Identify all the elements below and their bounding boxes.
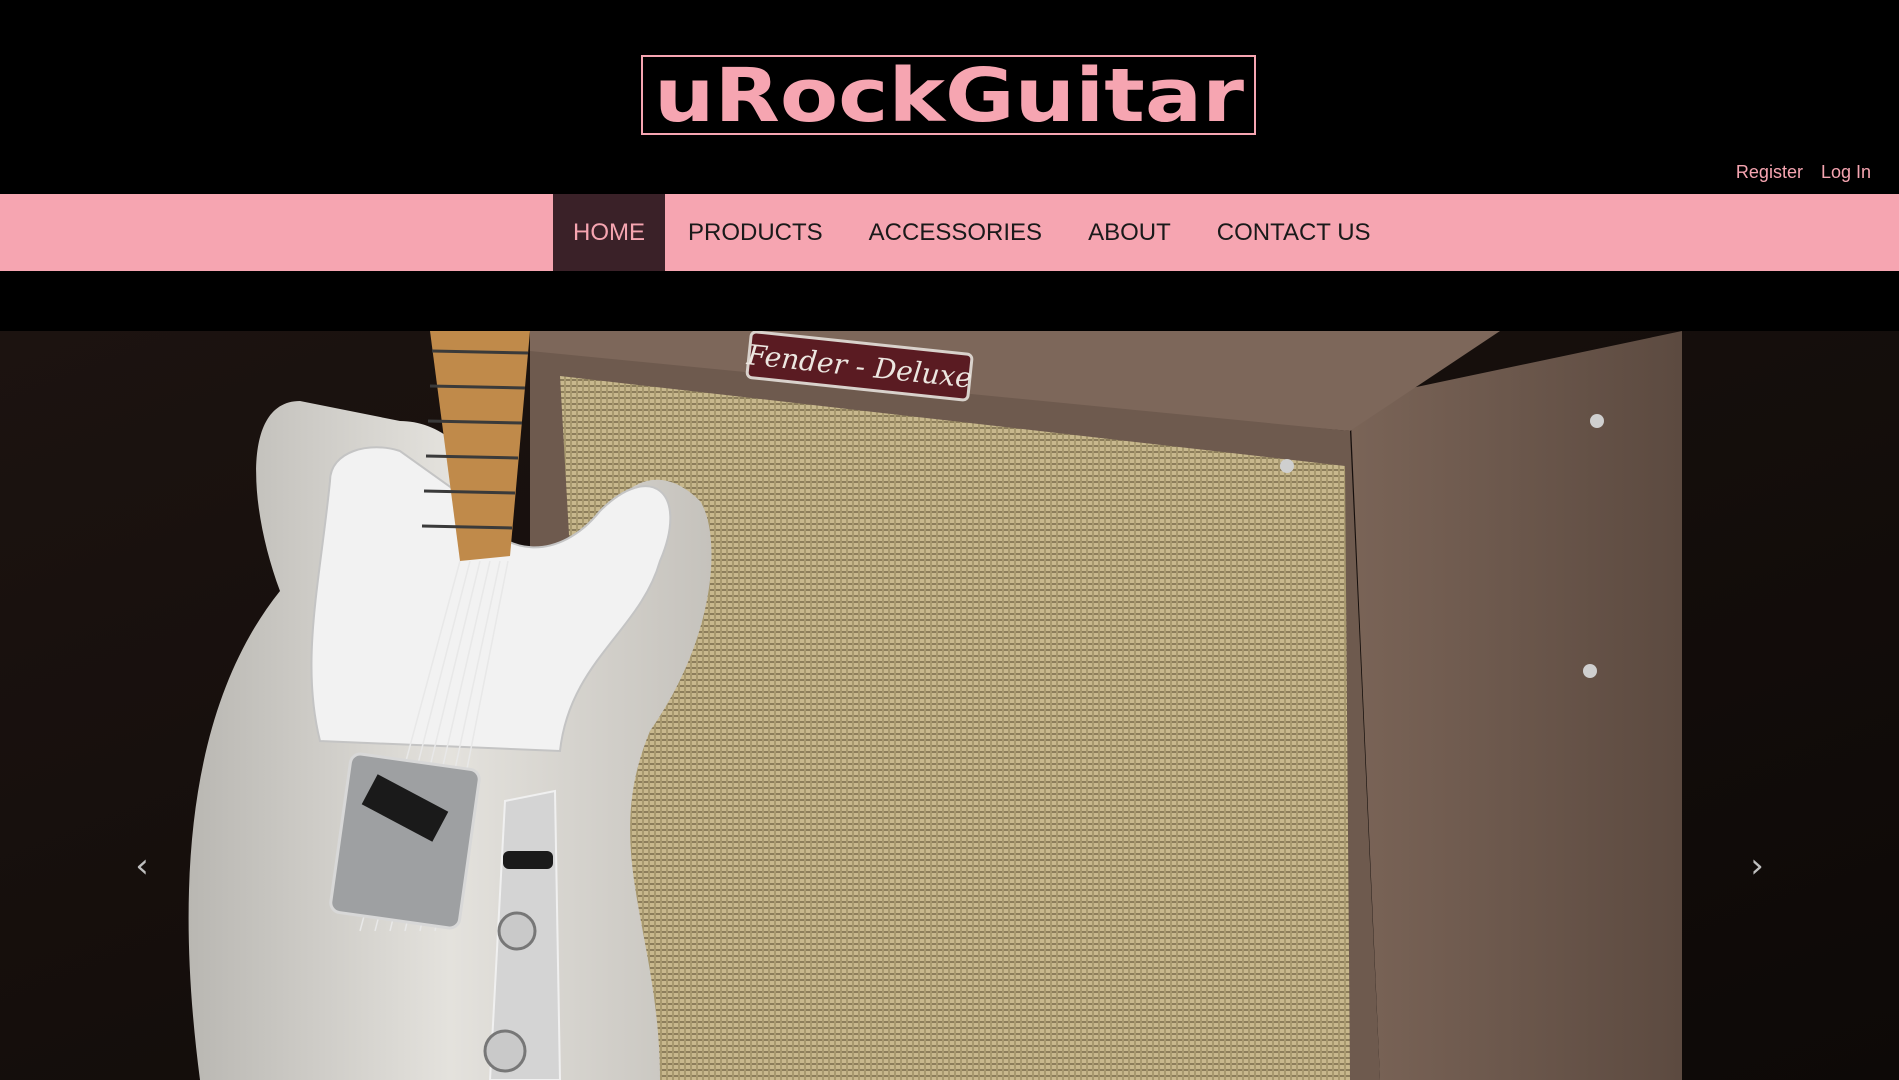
- login-link[interactable]: Log In: [1821, 162, 1871, 183]
- hero-slide-image: Fender - Deluxe: [0, 331, 1899, 1080]
- site-logo[interactable]: uRockGuitar: [641, 55, 1256, 135]
- main-nav: HOME PRODUCTS ACCESSORIES ABOUT CONTACT …: [553, 194, 1394, 271]
- logo-wordmark: uRockGuitar: [654, 59, 1245, 131]
- nav-contact-us[interactable]: CONTACT US: [1194, 194, 1394, 271]
- nav-about[interactable]: ABOUT: [1065, 194, 1194, 271]
- account-links: Register Log In: [1736, 162, 1871, 183]
- nav-home[interactable]: HOME: [553, 194, 665, 271]
- carousel-next-button[interactable]: ›: [1739, 848, 1775, 884]
- nav-accessories[interactable]: ACCESSORIES: [846, 194, 1065, 271]
- carousel-prev-button[interactable]: ‹: [124, 848, 160, 884]
- main-navbar: HOME PRODUCTS ACCESSORIES ABOUT CONTACT …: [0, 194, 1899, 271]
- chevron-right-icon: ›: [1750, 846, 1764, 886]
- chevron-left-icon: ‹: [135, 846, 149, 886]
- nav-products[interactable]: PRODUCTS: [665, 194, 846, 271]
- hero-carousel: Fender - Deluxe ‹ ›: [0, 331, 1899, 1080]
- logo-text: uRockGuitar: [654, 59, 1245, 131]
- register-link[interactable]: Register: [1736, 162, 1803, 183]
- site-header: uRockGuitar Register Log In: [0, 0, 1899, 194]
